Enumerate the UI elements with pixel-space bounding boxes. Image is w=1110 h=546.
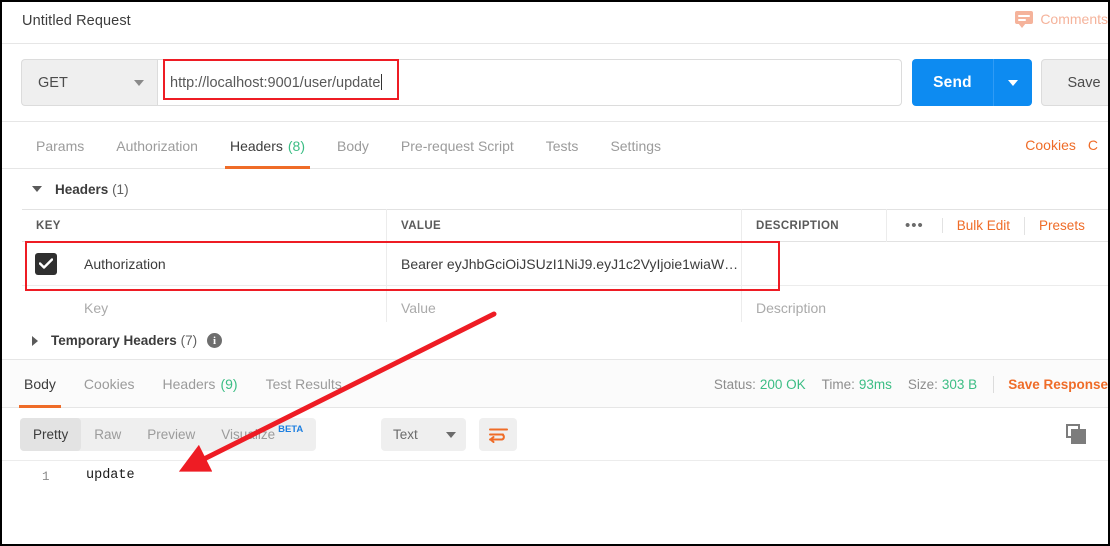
- code-line: update: [86, 468, 135, 483]
- info-icon[interactable]: i: [207, 333, 223, 348]
- headers-table-tools: ••• Bulk Edit Presets: [887, 209, 1108, 242]
- request-title-bar: Untitled Request Comments: [2, 2, 1108, 44]
- status-badge: Status: 200 OK: [713, 377, 806, 392]
- send-button[interactable]: Send: [912, 59, 1032, 106]
- page-title: Untitled Request: [22, 13, 131, 29]
- size-badge: Size: 303 B: [907, 377, 978, 392]
- checkbox-checked-icon[interactable]: [35, 252, 57, 275]
- chevron-down-icon: [1008, 79, 1018, 86]
- save-label: Save: [1067, 74, 1101, 91]
- headers-table-head: KEY VALUE DESCRIPTION ••• Bulk Edit Pres…: [22, 209, 1108, 242]
- cookies-link[interactable]: Cookies C: [1025, 137, 1098, 153]
- response-tabs: Body Cookies Headers (9) Test Results Status…: [2, 360, 1108, 408]
- word-wrap-icon: [488, 428, 508, 443]
- cookies-trailing: C: [1087, 137, 1098, 153]
- response-tab-body[interactable]: Body: [10, 360, 70, 408]
- body-view-visualize[interactable]: Visualize BETA: [208, 418, 316, 451]
- response-tab-headers[interactable]: Headers (9): [149, 360, 252, 408]
- chevron-down-icon: [134, 79, 144, 86]
- send-options-button[interactable]: [993, 59, 1032, 106]
- format-select[interactable]: Text: [381, 418, 466, 451]
- table-row[interactable]: Authorization Bearer eyJhbGciOiJSUzI1NiJ…: [22, 242, 1108, 286]
- format-label: Text: [393, 427, 418, 442]
- tab-label: Tests: [545, 137, 579, 154]
- temporary-headers-title: Temporary Headers (7): [51, 333, 198, 348]
- word-wrap-button[interactable]: [479, 418, 517, 451]
- save-button[interactable]: Save: [1041, 59, 1108, 106]
- tab-settings[interactable]: Settings: [594, 122, 677, 169]
- tab-headers[interactable]: Headers (8): [214, 122, 321, 169]
- beta-badge: BETA: [278, 424, 304, 435]
- save-response-button[interactable]: Save Response: [1008, 377, 1108, 392]
- response-tab-label: Test Results: [265, 376, 342, 392]
- tab-label: Settings: [610, 137, 662, 154]
- request-tabs: Params Authorization Headers (8) Body Pre-req…: [2, 122, 1108, 169]
- tab-label: Pre-request Script: [400, 137, 514, 154]
- postman-window: Untitled Request Comments GET http://loc…: [0, 0, 1110, 546]
- body-view-segmented-control: Pretty Raw Preview Visualize BETA: [20, 418, 317, 451]
- response-tab-label: Body: [24, 376, 56, 392]
- header-description-cell[interactable]: [742, 242, 1108, 285]
- tab-label: Params: [36, 137, 85, 154]
- ellipsis-icon[interactable]: •••: [887, 218, 943, 233]
- column-header-description: DESCRIPTION: [742, 209, 887, 242]
- header-value-cell[interactable]: Bearer eyJhbGciOiJSUzI1NiJ9.eyJ1c2VyIjoi…: [387, 242, 742, 285]
- tab-authorization[interactable]: Authorization: [100, 122, 214, 169]
- cookies-label: Cookies: [1025, 137, 1076, 153]
- response-tab-count: (9): [220, 376, 238, 392]
- response-body-viewer[interactable]: 1 update: [2, 460, 1108, 544]
- column-header-value: VALUE: [387, 209, 742, 242]
- time-badge: Time: 93ms: [821, 377, 892, 392]
- comments-label: Comments: [1040, 11, 1108, 27]
- response-tab-label: Cookies: [83, 376, 135, 392]
- response-tab-test-results[interactable]: Test Results: [252, 360, 356, 408]
- headers-section-header[interactable]: Headers (1): [2, 169, 1108, 209]
- body-view-label: Raw: [94, 427, 122, 442]
- divider: [993, 376, 995, 393]
- body-view-label: Preview: [147, 427, 196, 442]
- tab-count: (8): [287, 137, 305, 154]
- response-tab-label: Headers: [162, 376, 216, 392]
- row-checkbox[interactable]: [22, 242, 70, 285]
- send-label: Send: [933, 73, 972, 91]
- url-bar-row: GET http://localhost:9001/user/update Se…: [2, 45, 1108, 122]
- temporary-headers-section[interactable]: Temporary Headers (7) i: [2, 322, 1108, 360]
- url-input[interactable]: http://localhost:9001/user/update: [157, 59, 902, 106]
- presets-button[interactable]: Presets: [1025, 217, 1099, 235]
- body-view-label: Visualize: [221, 427, 276, 442]
- copy-button[interactable]: [1066, 424, 1088, 444]
- response-tab-list: Body Cookies Headers (9) Test Results: [10, 360, 356, 408]
- method-label: GET: [38, 74, 68, 91]
- url-text: http://localhost:9001/user/update: [170, 75, 381, 91]
- headers-section-count: (1): [112, 181, 129, 197]
- triangle-right-icon[interactable]: [32, 335, 38, 346]
- response-meta: Status: 200 OK Time: 93ms Size: 303 B Save …: [714, 376, 1108, 393]
- tab-pre-request-script[interactable]: Pre-request Script: [385, 122, 530, 169]
- chevron-down-icon: [446, 431, 456, 438]
- request-tab-list: Params Authorization Headers (8) Body Pre-req…: [20, 122, 677, 169]
- tab-tests[interactable]: Tests: [530, 122, 595, 169]
- tab-params[interactable]: Params: [20, 122, 100, 169]
- body-view-pretty[interactable]: Pretty: [20, 418, 82, 451]
- bulk-edit-button[interactable]: Bulk Edit: [943, 216, 1026, 235]
- temporary-headers-count: (7): [180, 333, 198, 348]
- triangle-down-icon[interactable]: [32, 186, 42, 192]
- column-header-key: KEY: [22, 209, 387, 242]
- comment-icon: [1015, 11, 1034, 28]
- comments-button[interactable]: Comments: [1015, 11, 1108, 28]
- line-number: 1: [42, 470, 50, 484]
- tab-label: Headers: [229, 137, 283, 154]
- body-view-raw[interactable]: Raw: [81, 418, 134, 451]
- tab-label: Body: [337, 137, 369, 154]
- header-key-cell[interactable]: Authorization: [70, 242, 387, 285]
- body-view-preview[interactable]: Preview: [134, 418, 208, 451]
- method-select[interactable]: GET: [21, 59, 157, 106]
- tab-body[interactable]: Body: [321, 122, 385, 169]
- body-view-label: Pretty: [33, 427, 69, 442]
- response-body-toolbar: Pretty Raw Preview Visualize BETA Text: [2, 408, 1108, 460]
- tab-label: Authorization: [116, 137, 198, 154]
- response-tab-cookies[interactable]: Cookies: [70, 360, 149, 408]
- headers-section-title: Headers (1): [55, 181, 129, 197]
- headers-table: KEY VALUE DESCRIPTION ••• Bulk Edit Pres…: [22, 209, 1108, 330]
